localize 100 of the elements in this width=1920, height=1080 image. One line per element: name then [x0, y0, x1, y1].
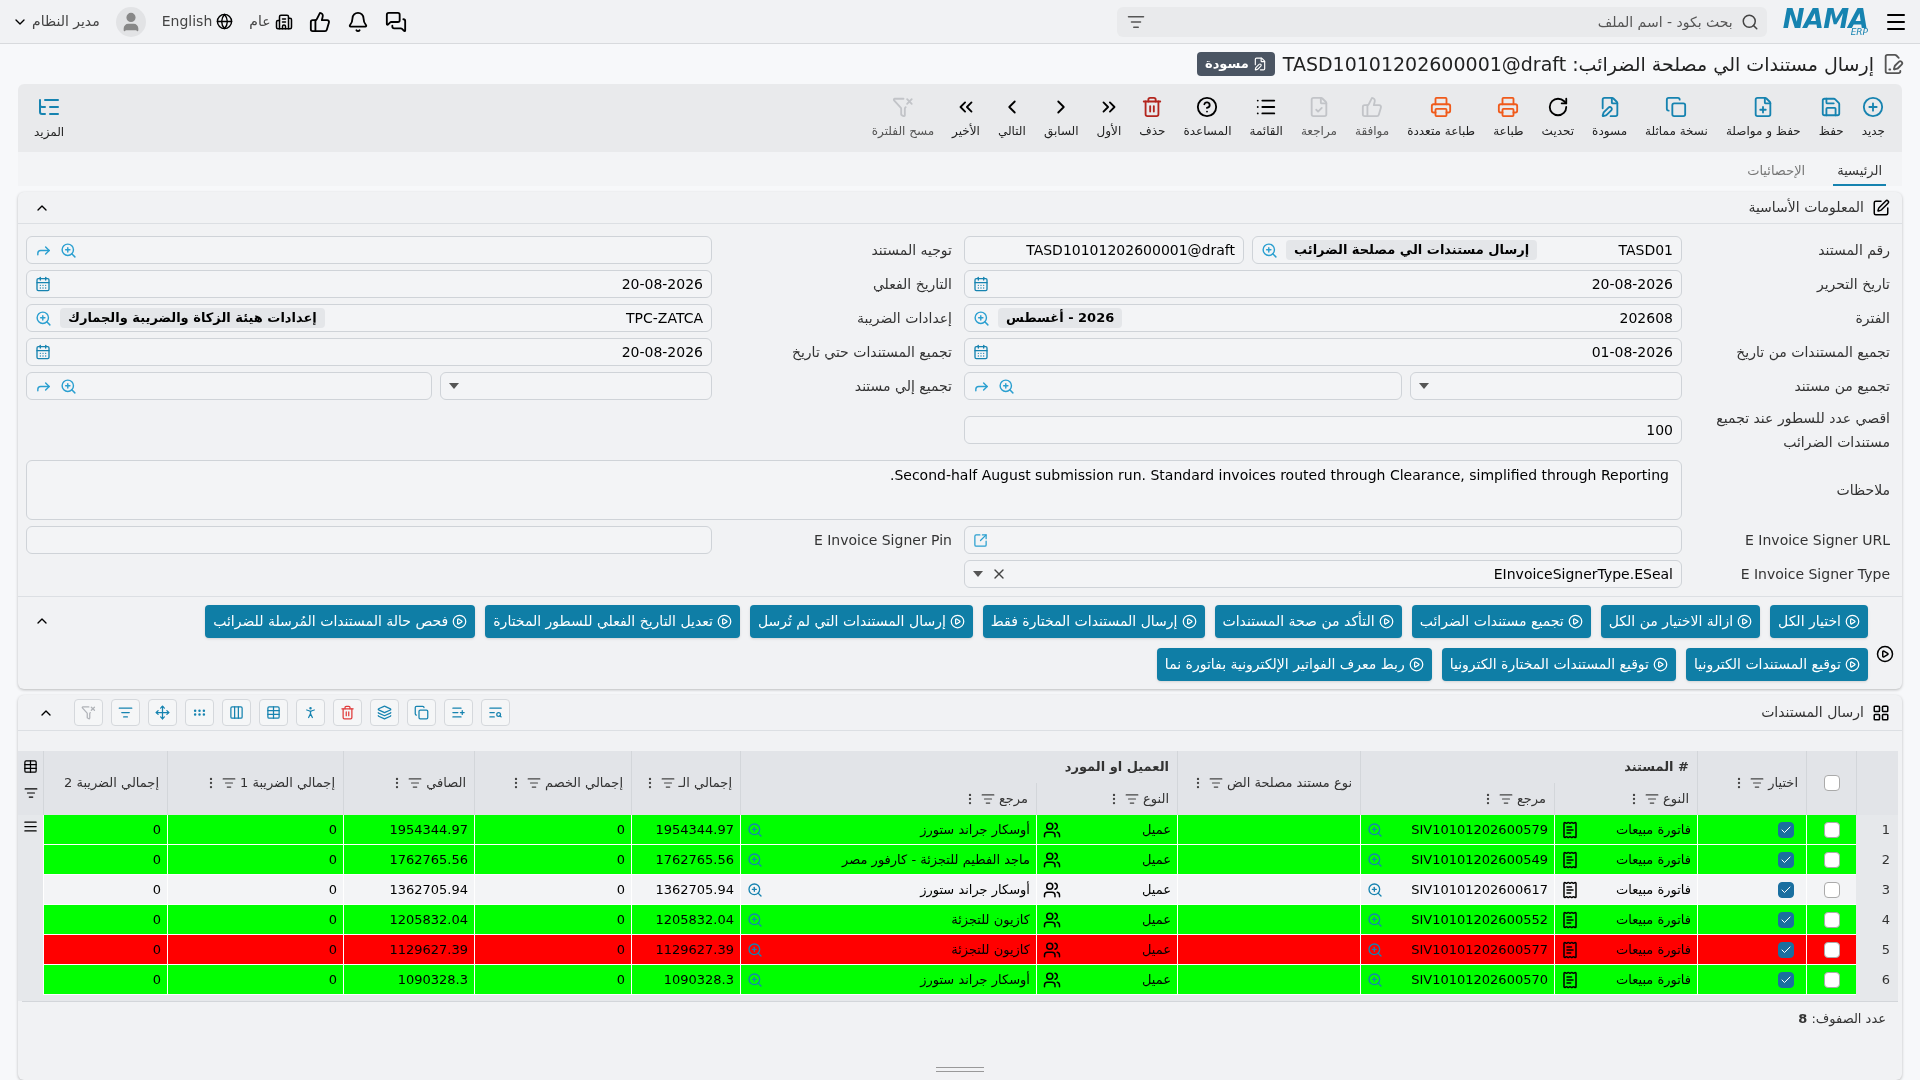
- date-field[interactable]: 20-08-2026: [26, 270, 712, 298]
- search-plus-icon[interactable]: [35, 309, 52, 327]
- toolbar-button[interactable]: السابق: [1034, 96, 1088, 140]
- checkbox[interactable]: [1778, 941, 1794, 958]
- grid-tool-button[interactable]: [296, 699, 325, 726]
- toolbar-button[interactable]: القائمة: [1240, 96, 1292, 140]
- checkbox[interactable]: [1778, 851, 1794, 868]
- toolbar-button[interactable]: التالي: [988, 96, 1035, 140]
- notes-field[interactable]: Second-half August submission run. Standard invoices routed through Clearance, simplified through Reporting.: [26, 460, 1682, 520]
- search-plus-icon[interactable]: [973, 309, 990, 327]
- filter-icon[interactable]: [1498, 792, 1513, 806]
- calendar-icon[interactable]: [973, 344, 989, 360]
- action-button[interactable]: التأكد من صحة المستندات: [1214, 605, 1402, 638]
- toolbar-button[interactable]: الأول: [1087, 96, 1131, 140]
- checkbox[interactable]: [1778, 881, 1794, 898]
- grid-tool-button[interactable]: [148, 699, 177, 726]
- grid-tool-button[interactable]: [259, 699, 288, 726]
- search-plus-icon[interactable]: [60, 377, 77, 395]
- search-plus-icon[interactable]: [1367, 851, 1383, 868]
- checkbox[interactable]: [1823, 775, 1840, 791]
- grid-tool-button[interactable]: [444, 699, 473, 726]
- language-button[interactable]: English: [161, 11, 234, 32]
- table-icon[interactable]: [23, 759, 38, 774]
- user-menu[interactable]: مدير النظام: [12, 11, 100, 32]
- tab[interactable]: الرئيسية: [1833, 158, 1886, 186]
- filter-icon[interactable]: [222, 776, 236, 790]
- search-plus-icon[interactable]: [747, 971, 763, 988]
- checkbox[interactable]: [1823, 881, 1840, 898]
- filter-icon[interactable]: [23, 786, 38, 800]
- checkbox[interactable]: [1823, 821, 1840, 838]
- search-plus-icon[interactable]: [1367, 881, 1383, 898]
- filter-icon[interactable]: [980, 792, 995, 806]
- chat-icon[interactable]: [384, 10, 407, 33]
- action-button[interactable]: ربط معرف الفواتير الإلكترونية بفاتورة نما: [1156, 648, 1432, 681]
- action-button[interactable]: اختيار الكل: [1770, 605, 1868, 638]
- toolbar-button[interactable]: المساعدة: [1174, 96, 1241, 140]
- grid-tool-button[interactable]: [185, 699, 214, 726]
- toolbar-button[interactable]: جديد: [1852, 96, 1894, 140]
- thumbs-up-icon[interactable]: [308, 10, 331, 33]
- grid-tool-button[interactable]: [370, 699, 399, 726]
- grid-tool-button[interactable]: [333, 699, 362, 726]
- search-plus-icon[interactable]: [1367, 821, 1383, 838]
- bell-icon[interactable]: [346, 10, 369, 33]
- action-button[interactable]: إرسال المستندات التي لم تُرسل: [749, 605, 973, 638]
- url-field[interactable]: [964, 526, 1682, 554]
- calendar-icon[interactable]: [35, 344, 51, 360]
- toolbar-button[interactable]: مسودة: [1583, 96, 1637, 140]
- search-plus-icon[interactable]: [60, 241, 77, 259]
- filter-icon[interactable]: [1645, 792, 1660, 806]
- grid-tool-button[interactable]: [481, 699, 510, 726]
- action-button[interactable]: تجميع مستندات الضرائب: [1411, 605, 1591, 638]
- action-button[interactable]: إرسال المستندات المختارة فقط: [982, 605, 1205, 638]
- toolbar-button[interactable]: نسخة مماثلة: [1636, 96, 1717, 140]
- filter-icon[interactable]: [660, 776, 675, 790]
- toolbar-button[interactable]: حفظ: [1809, 96, 1853, 140]
- checkbox[interactable]: [1778, 821, 1794, 838]
- action-button[interactable]: تعديل التاريخ الفعلي للسطور المختارة: [485, 605, 740, 638]
- lookup-field[interactable]: [26, 236, 712, 264]
- date-field[interactable]: 01-08-2026: [964, 338, 1682, 366]
- calendar-icon[interactable]: [35, 276, 51, 292]
- date-field[interactable]: 20-08-2026: [26, 338, 712, 366]
- search-field[interactable]: بحث بكود - اسم الملف: [1116, 6, 1767, 37]
- branch-button[interactable]: عام: [249, 11, 293, 32]
- search-plus-icon[interactable]: [1367, 971, 1383, 988]
- toolbar-button[interactable]: الأخير: [943, 96, 989, 140]
- more-button[interactable]: المزيد: [26, 95, 73, 141]
- menu-icon[interactable]: [23, 819, 38, 834]
- dropdown-field[interactable]: [440, 372, 712, 400]
- checkbox[interactable]: [1823, 851, 1840, 868]
- toolbar-button[interactable]: تحديث: [1532, 96, 1584, 140]
- toolbar-button[interactable]: طباعة متعددة: [1398, 96, 1485, 140]
- select-field[interactable]: EInvoiceSignerType.ESeal: [964, 560, 1682, 588]
- action-button[interactable]: توقيع المستندات الكترونيا: [1686, 648, 1868, 681]
- search-plus-icon[interactable]: [747, 911, 763, 928]
- date-field[interactable]: 20-08-2026: [964, 270, 1682, 298]
- action-button[interactable]: ازالة الاختيار من الكل: [1600, 605, 1761, 638]
- grid-tool-button[interactable]: [222, 699, 251, 726]
- search-plus-icon[interactable]: [998, 377, 1015, 395]
- grid-tool-button[interactable]: [111, 699, 140, 726]
- lookup-field[interactable]: [26, 372, 432, 400]
- checkbox[interactable]: [1823, 941, 1840, 958]
- tab[interactable]: الإحصائيات: [1743, 158, 1810, 186]
- filter-icon[interactable]: [1750, 776, 1765, 790]
- text-field[interactable]: [26, 526, 712, 554]
- text-field[interactable]: 100: [964, 416, 1682, 444]
- lookup-field[interactable]: [964, 372, 1402, 400]
- checkbox[interactable]: [1823, 911, 1840, 928]
- search-plus-icon[interactable]: [1367, 911, 1383, 928]
- checkbox[interactable]: [1778, 911, 1794, 928]
- dropdown-field[interactable]: [1410, 372, 1682, 400]
- grid-tool-button[interactable]: [407, 699, 436, 726]
- filter-icon[interactable]: [1125, 792, 1140, 806]
- external-link-icon[interactable]: [973, 532, 988, 548]
- checkbox[interactable]: [1823, 971, 1840, 988]
- resize-handle[interactable]: [936, 1067, 984, 1072]
- toolbar-button[interactable]: طباعة: [1484, 96, 1533, 140]
- checkbox[interactable]: [1778, 971, 1794, 988]
- action-button[interactable]: توقيع المستندات المختارة الكترونيا: [1441, 648, 1676, 681]
- filter-icon[interactable]: [408, 776, 423, 790]
- search-plus-icon[interactable]: [747, 851, 763, 868]
